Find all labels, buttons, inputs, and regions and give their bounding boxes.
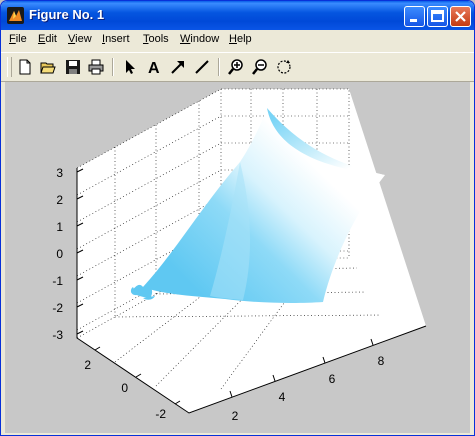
menu-file[interactable]: File — [9, 33, 27, 45]
rotate-3d-icon — [277, 60, 291, 74]
select-arrow-icon — [126, 60, 135, 74]
zoom-in-icon — [228, 59, 243, 75]
insert-arrow-icon — [171, 61, 184, 74]
save-button[interactable] — [62, 56, 84, 78]
menu-bar: File Edit View Insert Tools Window Help — [1, 30, 474, 51]
insert-arrow-button[interactable] — [167, 56, 189, 78]
menu-window[interactable]: Window — [180, 33, 219, 45]
print-button[interactable] — [85, 56, 107, 78]
open-file-button[interactable] — [37, 56, 59, 78]
y-tick-label: 2 — [84, 358, 91, 372]
toolbar-separator — [112, 58, 114, 76]
menu-tools[interactable]: Tools — [143, 33, 169, 45]
close-icon — [455, 11, 466, 22]
matlab-logo-icon — [7, 7, 24, 24]
new-figure-button[interactable] — [14, 56, 36, 78]
z-tick-label: -2 — [52, 301, 63, 315]
y-tick-label: 0 — [121, 381, 128, 395]
figure-window: Figure No. 1 File Edit View Insert Tools… — [0, 0, 475, 436]
save-icon — [66, 60, 80, 74]
rotate-3d-button[interactable] — [273, 56, 295, 78]
x-tick-label: 6 — [329, 372, 336, 386]
zoom-out-icon — [252, 59, 267, 75]
title-bar[interactable]: Figure No. 1 — [1, 1, 474, 30]
x-tick-label: 2 — [232, 409, 239, 423]
z-tick-label: -1 — [52, 274, 63, 288]
figure-toolbar: A — [1, 52, 474, 82]
minimize-button[interactable] — [404, 6, 425, 27]
axes-3d[interactable]: 3 2 1 0 -1 -2 -3 2 0 -2 2 4 6 8 — [5, 82, 470, 433]
minimize-icon — [410, 19, 417, 22]
y-tick-label: -2 — [155, 407, 166, 421]
x-tick-label: 4 — [279, 390, 286, 404]
x-tick-label: 8 — [378, 354, 385, 368]
zoom-in-button[interactable] — [225, 56, 247, 78]
menu-view[interactable]: View — [68, 33, 92, 45]
figure-canvas: 3 2 1 0 -1 -2 -3 2 0 -2 2 4 6 8 — [5, 82, 470, 433]
z-tick-label: -3 — [52, 328, 63, 342]
maximize-button[interactable] — [427, 6, 448, 27]
z-tick-label: 1 — [56, 220, 63, 234]
z-tick-label: 0 — [56, 247, 63, 261]
open-folder-icon — [40, 62, 56, 74]
edit-plot-button[interactable] — [119, 56, 141, 78]
window-title: Figure No. 1 — [29, 7, 105, 22]
toolbar-separator — [218, 58, 220, 76]
svg-text:A: A — [148, 60, 160, 75]
insert-text-icon: A — [148, 60, 160, 75]
close-button[interactable] — [450, 6, 471, 27]
zoom-out-button[interactable] — [249, 56, 271, 78]
menu-insert[interactable]: Insert — [102, 33, 130, 45]
menu-edit[interactable]: Edit — [38, 33, 57, 45]
insert-text-button[interactable]: A — [143, 56, 165, 78]
new-figure-icon — [19, 59, 31, 75]
z-tick-label: 2 — [56, 193, 63, 207]
z-tick-label: 3 — [56, 166, 63, 180]
print-icon — [88, 59, 104, 75]
toolbar-grip[interactable] — [7, 57, 12, 77]
insert-line-icon — [195, 60, 209, 74]
insert-line-button[interactable] — [191, 56, 213, 78]
maximize-icon — [431, 10, 444, 22]
menu-help[interactable]: Help — [229, 33, 252, 45]
